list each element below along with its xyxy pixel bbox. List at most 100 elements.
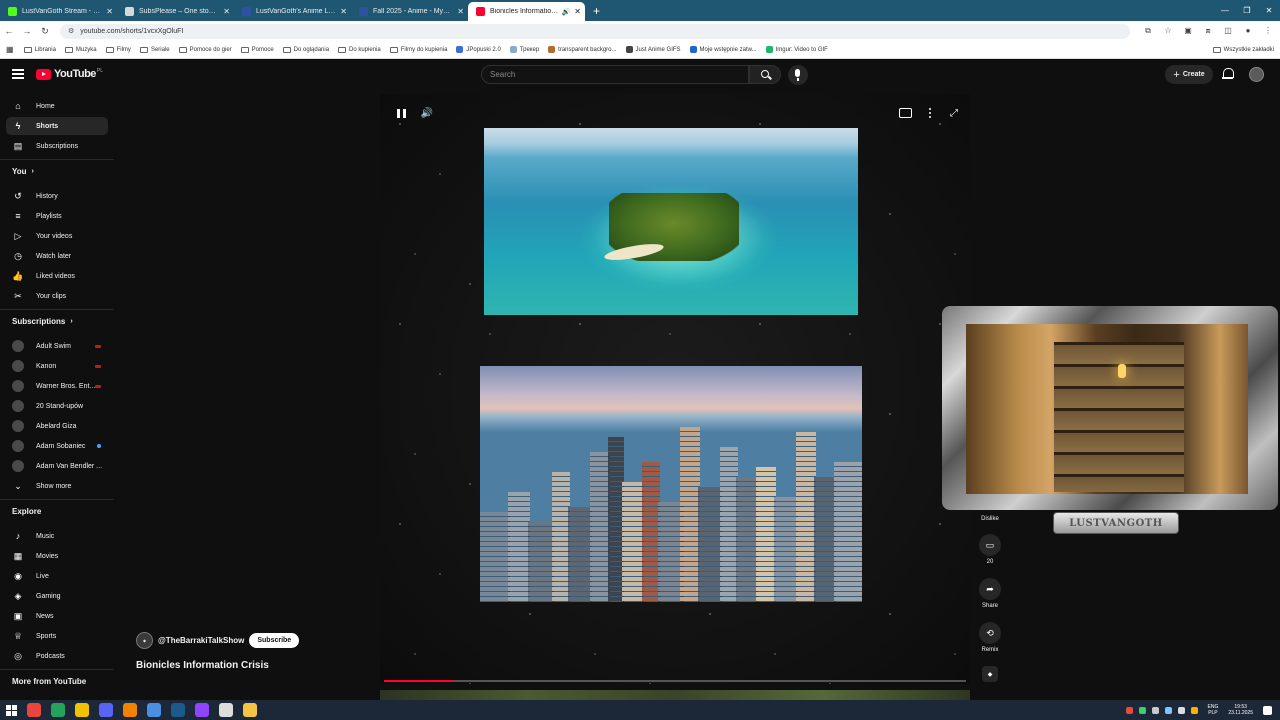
subscriptions-section-heading[interactable]: Subscriptions › xyxy=(12,317,73,326)
sidebar-item[interactable]: ϟ Shorts xyxy=(6,117,108,135)
sidebar-item[interactable]: ≡ Playlists xyxy=(6,207,108,225)
create-button[interactable]: + Create xyxy=(1165,65,1213,84)
bookmark-item[interactable]: Moje wstępnie zatw... xyxy=(689,46,757,53)
close-window-icon[interactable]: ✕ xyxy=(1258,6,1280,15)
sidebar-item[interactable]: ↺ History xyxy=(6,187,108,205)
sidebar-item[interactable]: ⌂ Home xyxy=(6,97,108,115)
tray-app-icon[interactable] xyxy=(1138,706,1146,714)
clock[interactable]: 19:53 23.11.2025 xyxy=(1228,704,1253,716)
explore-section-heading[interactable]: Explore xyxy=(12,507,41,516)
obs-icon[interactable] xyxy=(219,703,233,717)
show-more-button[interactable]: ⌄ Show more xyxy=(6,477,108,495)
sidebar-item[interactable]: ♕ Sports xyxy=(6,627,108,645)
reload-icon[interactable]: ↻ xyxy=(36,26,54,37)
captions-icon[interactable] xyxy=(898,106,912,120)
sidebar-item[interactable]: ✂ Your clips xyxy=(6,287,108,305)
browser-tab[interactable]: Bionicles Information Crisis🔊✕ xyxy=(468,2,585,21)
tab-close-icon[interactable]: ✕ xyxy=(457,7,464,16)
channel-name[interactable]: @TheBarrakiTalkShow xyxy=(158,636,244,645)
back-icon[interactable]: ← xyxy=(0,26,18,36)
account-avatar[interactable] xyxy=(1249,67,1264,82)
sidebar-item[interactable]: ◎ Podcasts xyxy=(6,647,108,665)
search-input[interactable]: Search xyxy=(481,65,749,84)
comments-icon[interactable]: ▭ xyxy=(979,534,1001,556)
bookmark-item[interactable]: Pomoce do gier xyxy=(178,46,232,53)
bookmark-item[interactable]: Muzyka xyxy=(64,46,97,53)
bookmark-item[interactable]: Do oglądania xyxy=(282,46,329,53)
sound-action[interactable]: ◆ xyxy=(976,666,1004,682)
bookmark-item[interactable]: Filmy do kupienia xyxy=(389,46,447,53)
short-title[interactable]: Bionicles Information Crisis xyxy=(136,660,269,671)
more-from-youtube-heading[interactable]: More from YouTube xyxy=(12,677,86,686)
tab-close-icon[interactable]: ✕ xyxy=(223,7,230,16)
remix-action[interactable]: ⟲ Remix xyxy=(976,622,1004,653)
browser-tab[interactable]: LustVanGoth's Anime List - My ✕ xyxy=(234,2,351,21)
comments-action[interactable]: ▭ 20 xyxy=(976,534,1004,565)
browser-tab[interactable]: Fall 2025 - Anime - MyAnimeLi ✕ xyxy=(351,2,468,21)
next-short-preview[interactable] xyxy=(380,690,970,700)
voice-search-button[interactable] xyxy=(788,65,808,85)
maximize-icon[interactable]: ❐ xyxy=(1236,6,1258,15)
notification-center-icon[interactable] xyxy=(1263,705,1272,715)
sidebar-item[interactable]: ▣ News xyxy=(6,607,108,625)
language-indicator[interactable]: ENG PLP xyxy=(1208,704,1219,716)
search-button[interactable] xyxy=(749,65,781,84)
sidebar-item[interactable]: Kanon xyxy=(6,357,108,375)
norton-icon[interactable] xyxy=(75,703,89,717)
channel-avatar[interactable]: ◆ xyxy=(136,632,153,649)
more-options-icon[interactable] xyxy=(923,106,937,120)
bookmark-item[interactable]: transparent backgro... xyxy=(548,46,617,53)
dislike-action[interactable]: Dislike xyxy=(976,513,1004,522)
new-tab-button[interactable]: + xyxy=(593,4,600,18)
bookmark-item[interactable]: Filmy xyxy=(105,46,131,53)
browser-tab[interactable]: LustVanGoth Stream - Watch Li✕ xyxy=(0,2,117,21)
explorer-icon[interactable] xyxy=(243,703,257,717)
sidebar-item[interactable]: ▤ Subscriptions xyxy=(6,137,108,155)
tray-app-icon[interactable] xyxy=(1151,706,1159,714)
share-icon[interactable]: ➦ xyxy=(979,578,1001,600)
share-action[interactable]: ➦ Share xyxy=(976,578,1004,609)
tab-audio-icon[interactable]: 🔊 xyxy=(562,8,571,16)
sidebar-item[interactable]: ♪ Music xyxy=(6,527,108,545)
video-progress-bar[interactable] xyxy=(384,680,966,682)
sidebar-item[interactable]: 👍 Liked videos xyxy=(6,267,108,285)
notifications-bell-icon[interactable] xyxy=(1222,68,1234,79)
sidebar-item[interactable]: Abelard Giza xyxy=(6,417,108,435)
extension-icon[interactable]: ▣ xyxy=(1178,26,1198,36)
sidebar-item[interactable]: 20 Stand-upów xyxy=(6,397,108,415)
twitch-icon[interactable] xyxy=(195,703,209,717)
address-bar[interactable]: ⚙ youtube.com/shorts/1vcxXgOluFI xyxy=(60,23,1130,39)
sidebar-item[interactable]: Adult Swim xyxy=(6,337,108,355)
steam-icon[interactable] xyxy=(171,703,185,717)
discord-icon[interactable] xyxy=(99,703,113,717)
shorts-player[interactable]: 🔊 ⤢ xyxy=(380,94,970,684)
bookmark-item[interactable]: JPopuski 2.0 xyxy=(456,46,501,53)
bookmark-star-icon[interactable]: ☆ xyxy=(1158,26,1178,36)
sidebar-item[interactable]: ▦ Movies xyxy=(6,547,108,565)
site-info-icon[interactable]: ⚙ xyxy=(68,27,74,35)
browser-icon[interactable] xyxy=(147,703,161,717)
tab-close-icon[interactable]: ✕ xyxy=(106,7,113,16)
subscribe-button[interactable]: Subscribe xyxy=(249,633,300,648)
tray-app-icon[interactable] xyxy=(1125,706,1133,714)
volume-icon[interactable]: 🔊 xyxy=(420,106,434,120)
sidebar-item[interactable]: Warner Bros. Ent... xyxy=(6,377,108,395)
bookmark-item[interactable]: Do kupienia xyxy=(338,46,381,53)
you-section-heading[interactable]: You › xyxy=(12,167,34,176)
guide-menu-icon[interactable] xyxy=(12,69,24,79)
apps-grid-icon[interactable]: ▦ xyxy=(6,45,14,54)
sidebar-icon[interactable]: ◫ xyxy=(1218,26,1238,36)
bookmark-item[interactable]: Seriale xyxy=(139,46,170,53)
forward-icon[interactable]: → xyxy=(18,26,36,36)
terminal-icon[interactable] xyxy=(51,703,65,717)
puzzle-icon[interactable]: ⧈ xyxy=(1198,26,1218,36)
pause-button[interactable] xyxy=(394,106,408,120)
sidebar-item[interactable]: ◈ Gaming xyxy=(6,587,108,605)
speaker-icon[interactable] xyxy=(1177,706,1185,714)
sidebar-item[interactable]: ◉ Live xyxy=(6,567,108,585)
vlc-icon[interactable] xyxy=(123,703,137,717)
profile-icon[interactable]: ● xyxy=(1238,26,1258,36)
fullscreen-icon[interactable]: ⤢ xyxy=(947,106,961,120)
youtube-logo[interactable]: YouTube PL xyxy=(36,68,103,80)
minimize-icon[interactable]: — xyxy=(1214,6,1236,15)
